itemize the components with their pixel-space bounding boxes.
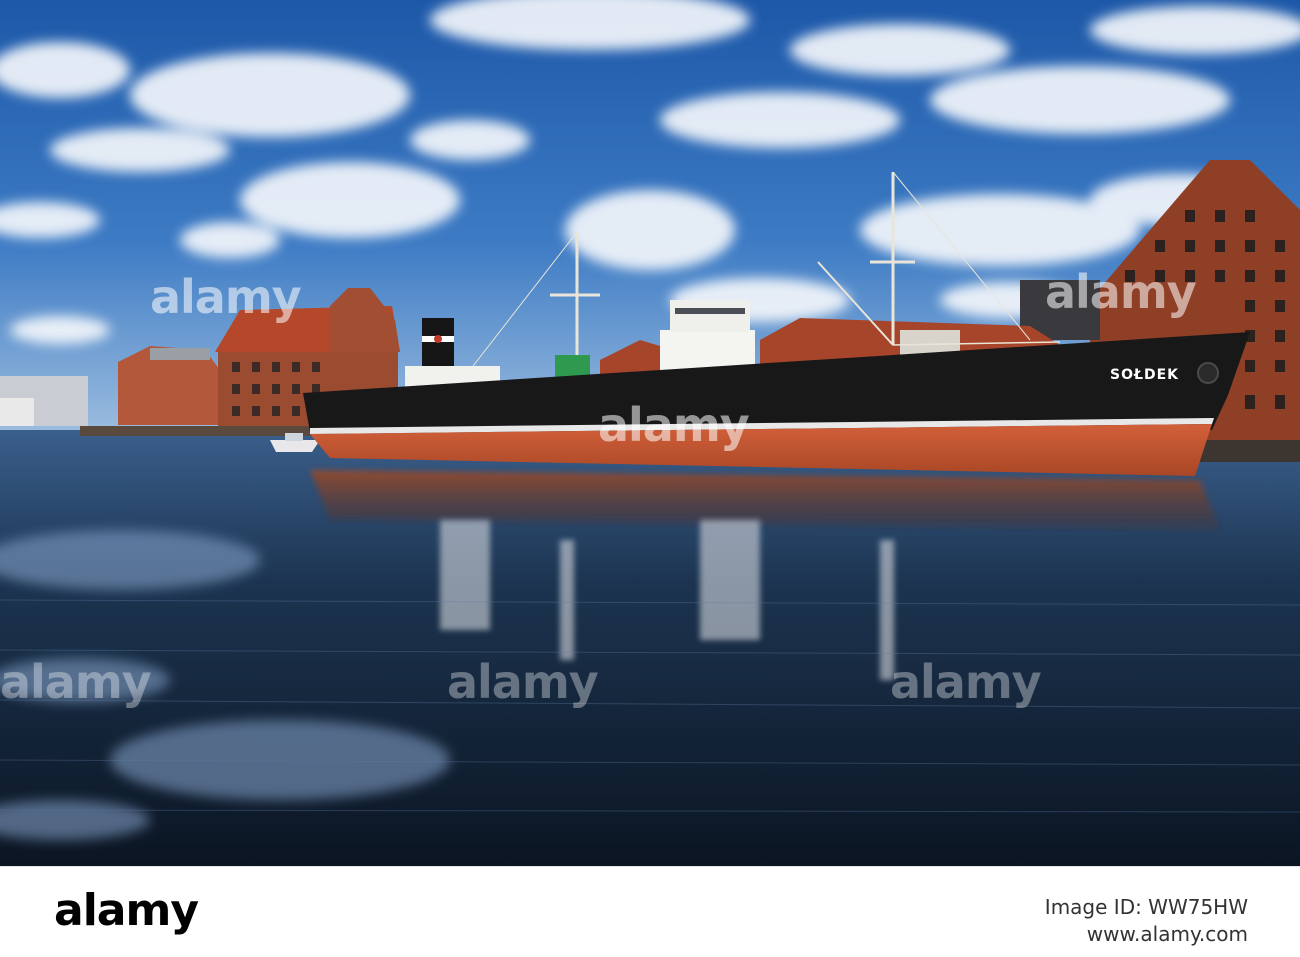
quay-right [1195,440,1300,462]
stock-photo-viewer: SOŁDEK alamy alamy alamy alamy alamy ala… [0,0,1300,957]
harbor-photo: SOŁDEK alamy alamy alamy alamy alamy ala… [0,0,1300,866]
quay-left [80,426,320,436]
alamy-logo[interactable]: alamy [54,885,199,936]
image-id-label: Image ID: WW75HW [1044,895,1248,919]
site-url-link[interactable]: www.alamy.com [1087,922,1248,946]
harbor-scene [0,0,1300,866]
ship-name-lettering: SOŁDEK [1110,367,1180,383]
